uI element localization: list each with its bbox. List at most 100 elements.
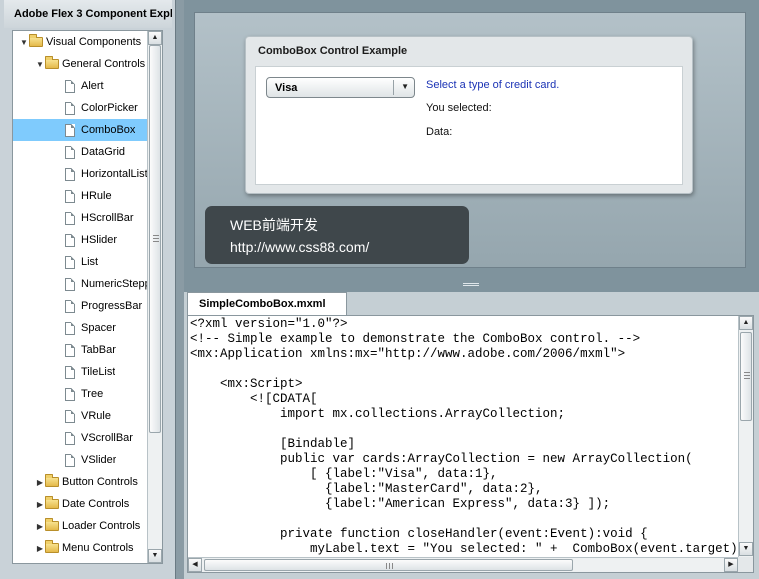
grip-line	[153, 241, 159, 242]
scroll-down-arrow-icon[interactable]: ▼	[739, 542, 753, 556]
tree-vertical-scrollbar[interactable]: ▲ ▼	[147, 31, 162, 563]
tree-item-label: Menu Controls	[62, 542, 134, 554]
expand-arrow-closed-icon[interactable]: ▶	[35, 478, 45, 487]
document-icon	[65, 145, 75, 159]
code-line: private function closeHandler(event:Even…	[190, 527, 648, 541]
source-code-text[interactable]: <?xml version="1.0"?> <!-- Simple example…	[190, 317, 738, 557]
watermark-overlay: WEB前端开发 http://www.css88.com/	[205, 206, 469, 264]
tree-item-label: HSlider	[81, 234, 118, 246]
tree-item-label: Visual Components	[46, 36, 142, 48]
code-line: {label:"MasterCard", data:2},	[190, 482, 543, 496]
document-icon	[65, 277, 75, 291]
code-line: myLabel.text = "You selected: " + ComboB…	[310, 542, 738, 556]
panel-title: ComboBox Control Example	[258, 45, 408, 57]
tree-item[interactable]: Alert	[13, 75, 148, 97]
combobox-separator	[393, 80, 394, 95]
code-vertical-scroll-thumb[interactable]	[740, 332, 752, 421]
document-icon	[65, 101, 75, 115]
tree-item[interactable]: ColorPicker	[13, 97, 148, 119]
document-icon	[65, 365, 75, 379]
tree-item[interactable]: ▶ Loader Controls	[13, 515, 148, 537]
tree-item-label: ComboBox	[81, 124, 136, 136]
code-line: <?xml version="1.0"?>	[190, 317, 348, 331]
tree-item[interactable]: HSlider	[13, 229, 148, 251]
grip-line	[153, 238, 159, 239]
tree-item[interactable]: VScrollBar	[13, 427, 148, 449]
code-horizontal-scrollbar[interactable]: ◀ ▶	[188, 557, 739, 572]
tree-item-label: Button Controls	[62, 476, 138, 488]
tree-item[interactable]: ProgressBar	[13, 295, 148, 317]
code-line: [Bindable]	[190, 437, 356, 451]
folder-icon	[45, 496, 59, 509]
vertical-divider[interactable]	[176, 0, 184, 579]
data-label: Data:	[426, 126, 453, 138]
chevron-down-icon[interactable]: ▼	[401, 82, 409, 91]
scroll-right-arrow-icon[interactable]: ▶	[724, 558, 738, 572]
tree-item-label: List	[81, 256, 99, 268]
tree-item[interactable]: DataGrid	[13, 141, 148, 163]
expand-arrow-closed-icon[interactable]: ▶	[35, 522, 45, 531]
scroll-up-arrow-icon[interactable]: ▲	[148, 31, 162, 45]
code-horizontal-scroll-thumb[interactable]	[204, 559, 573, 571]
combobox-example-panel: ComboBox Control Example Visa ▼ Select a…	[245, 36, 693, 194]
tree-item[interactable]: TabBar	[13, 339, 148, 361]
source-code-viewer[interactable]: <?xml version="1.0"?> <!-- Simple example…	[187, 315, 754, 573]
code-line: <mx:Script>	[190, 377, 303, 391]
expand-arrow-open-icon[interactable]: ▼	[35, 60, 45, 69]
tree-item[interactable]: VSlider	[13, 449, 148, 471]
tree-item-label: Loader Controls	[62, 520, 141, 532]
tree-item[interactable]: ▶ Date Controls	[13, 493, 148, 515]
tree-item[interactable]: HorizontalList	[13, 163, 148, 185]
prompt-text: Select a type of credit card.	[426, 79, 560, 91]
tree-rows: ▼ Visual Components ▼ General Controls Alert…	[13, 31, 148, 559]
tree-scroll-thumb[interactable]	[149, 45, 161, 433]
watermark-title: WEB前端开发	[230, 217, 318, 233]
tree-item[interactable]: ▶ Menu Controls	[13, 537, 148, 559]
tree-item[interactable]: Spacer	[13, 317, 148, 339]
grip-line	[744, 375, 750, 376]
scroll-left-arrow-icon[interactable]: ◀	[188, 558, 202, 572]
code-line: <!-- Simple example to demonstrate the C…	[190, 332, 641, 346]
tree-item[interactable]: ▼ Visual Components	[13, 31, 148, 53]
tree-item[interactable]: Tree	[13, 383, 148, 405]
scroll-down-arrow-icon[interactable]: ▼	[148, 549, 162, 563]
document-icon	[65, 431, 75, 445]
document-icon	[65, 255, 75, 269]
scrollbar-corner	[738, 557, 753, 572]
component-tree[interactable]: ▼ Visual Components ▼ General Controls Alert…	[12, 30, 163, 564]
code-vertical-scrollbar[interactable]: ▲ ▼	[738, 316, 753, 557]
tree-item[interactable]: ▶ Button Controls	[13, 471, 148, 493]
tree-item-label: VSlider	[81, 454, 117, 466]
tree-item[interactable]: TileList	[13, 361, 148, 383]
tree-item-label: ColorPicker	[81, 102, 138, 114]
navigation-title: Adobe Flex 3 Component Explorer	[4, 0, 172, 28]
tab-simplecombobox-mxml[interactable]: SimpleComboBox.mxml	[187, 292, 347, 315]
tree-item-label: ProgressBar	[81, 300, 143, 312]
document-icon	[65, 211, 75, 225]
expand-arrow-open-icon[interactable]: ▼	[19, 38, 29, 47]
scroll-up-arrow-icon[interactable]: ▲	[739, 316, 753, 330]
divider-grip-icon[interactable]	[463, 283, 479, 284]
grip-line	[392, 563, 393, 569]
tree-item-label: VRule	[81, 410, 111, 422]
folder-icon	[45, 474, 59, 487]
tree-item[interactable]: HScrollBar	[13, 207, 148, 229]
tree-item-label: HRule	[81, 190, 112, 202]
tree-item[interactable]: HRule	[13, 185, 148, 207]
combobox-selected-value: Visa	[275, 82, 298, 94]
tree-item[interactable]: NumericStepper	[13, 273, 148, 295]
tree-item[interactable]: ComboBox	[13, 119, 148, 141]
horizontal-divider[interactable]	[184, 278, 759, 292]
code-line: public var cards:ArrayCollection = new A…	[190, 452, 693, 466]
tree-item[interactable]: VRule	[13, 405, 148, 427]
expand-arrow-closed-icon[interactable]: ▶	[35, 500, 45, 509]
tree-item[interactable]: List	[13, 251, 148, 273]
tree-item[interactable]: ▼ General Controls	[13, 53, 148, 75]
credit-card-combobox[interactable]: Visa ▼	[266, 77, 415, 98]
expand-arrow-closed-icon[interactable]: ▶	[35, 544, 45, 553]
document-icon	[65, 343, 75, 357]
tree-item-label: General Controls	[62, 58, 146, 70]
document-icon	[65, 321, 75, 335]
